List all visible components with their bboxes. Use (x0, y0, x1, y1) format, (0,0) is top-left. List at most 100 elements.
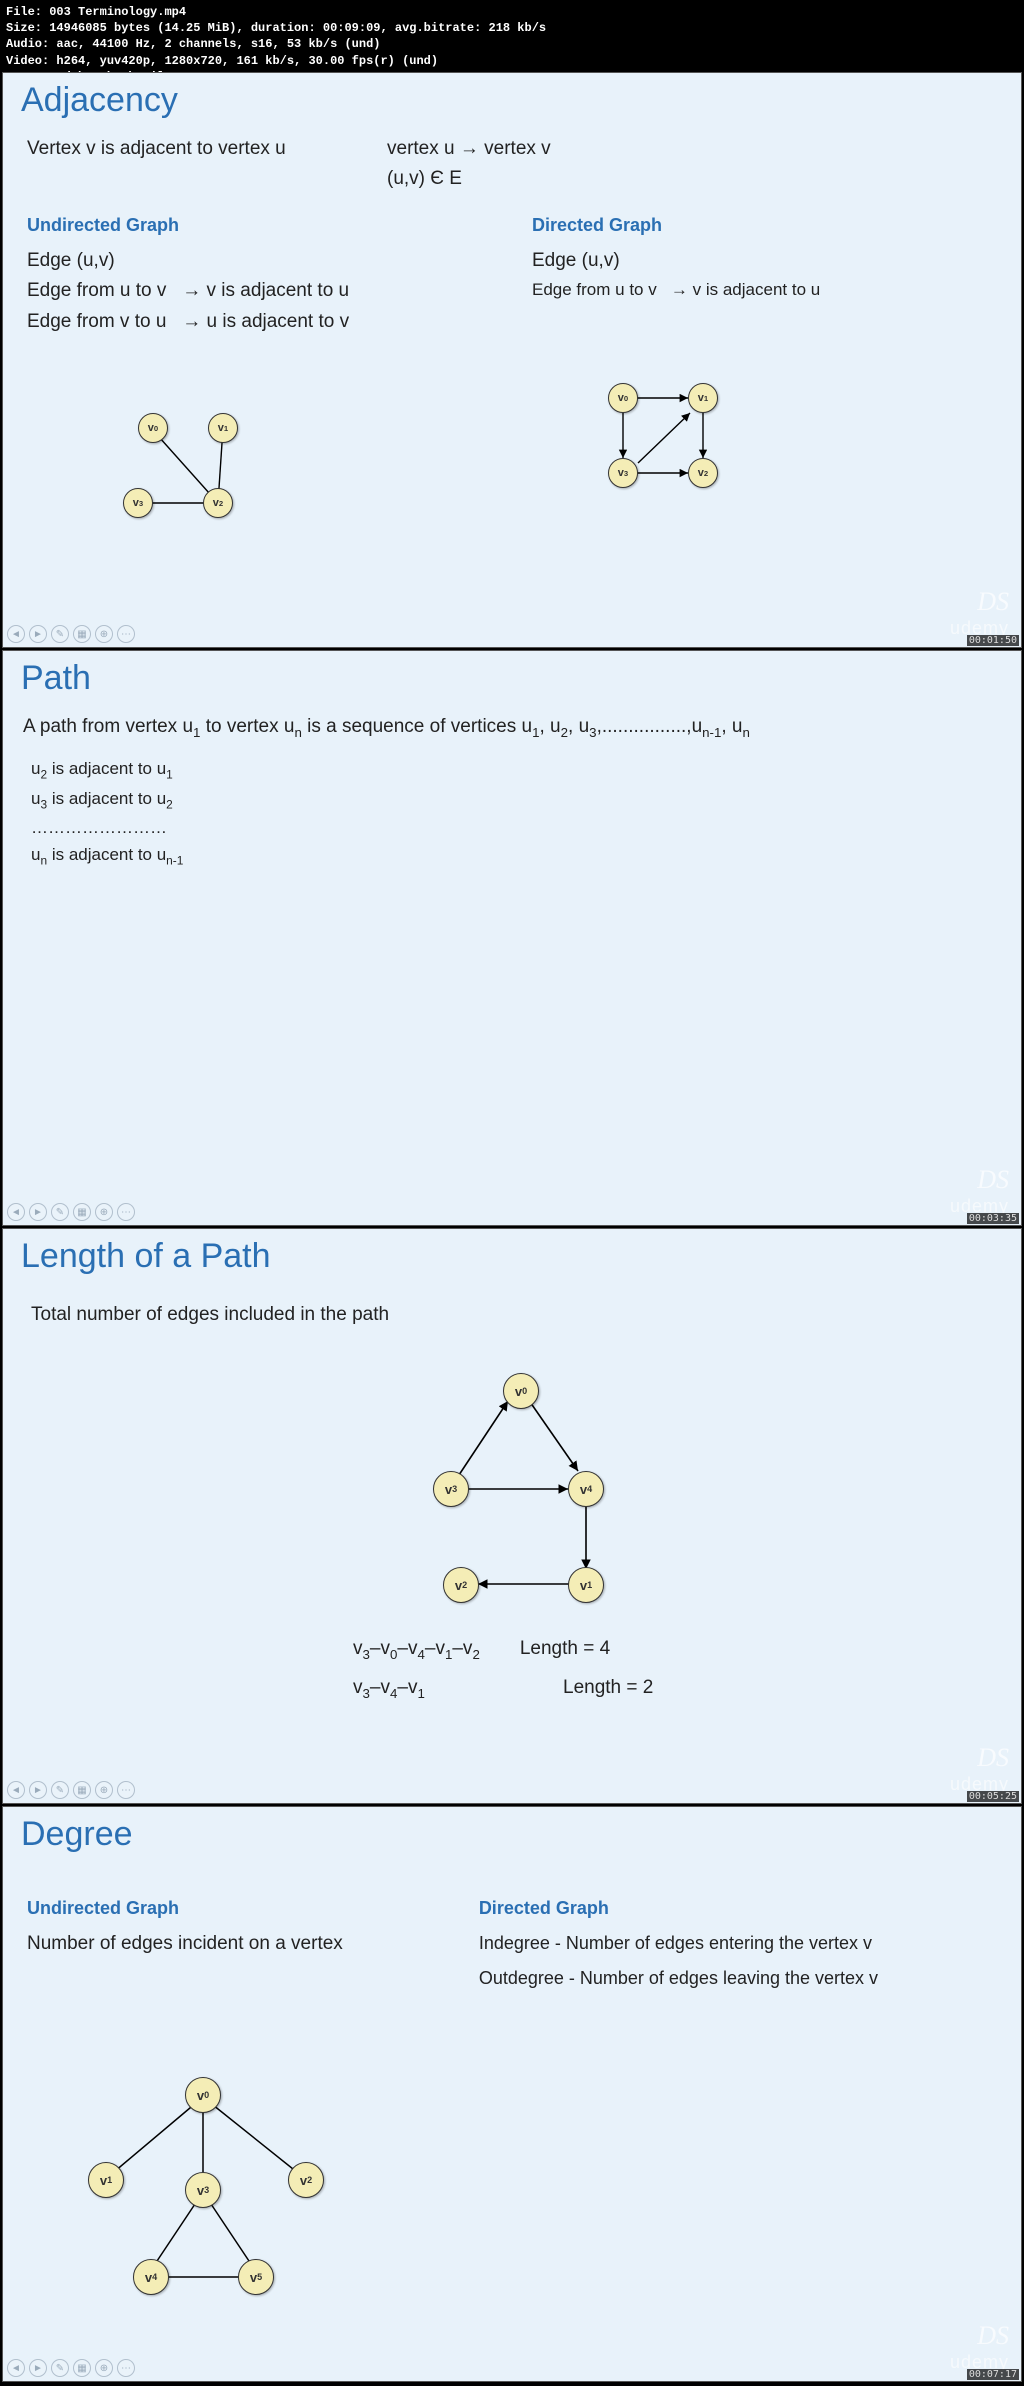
degree-right-l2: Outdegree - Number of edges leaving the … (479, 1964, 997, 1993)
path-l3: un is adjacent to un-1 (31, 841, 993, 870)
path-l2: u3 is adjacent to u2 (31, 785, 993, 814)
path-l1: u2 is adjacent to u1 (31, 755, 993, 784)
slide-degree: Degree Undirected Graph Number of edges … (2, 1806, 1022, 2382)
undirected-title: Undirected Graph (27, 215, 492, 236)
graph-node: v1 (688, 383, 718, 413)
prev-icon[interactable]: ◄ (7, 1203, 25, 1221)
menu-icon[interactable]: ▦ (73, 625, 91, 643)
degree-right-l1: Indegree - Number of edges entering the … (479, 1929, 997, 1958)
file-value: 003 Terminology.mp4 (49, 5, 186, 19)
pen-icon[interactable]: ✎ (51, 1203, 69, 1221)
pen-icon[interactable]: ✎ (51, 2359, 69, 2377)
watermark-ds: DS (977, 1743, 1009, 1773)
watermark-ds: DS (977, 587, 1009, 617)
more-icon[interactable]: ⋯ (117, 625, 135, 643)
zoom-icon[interactable]: ⊕ (95, 625, 113, 643)
degree-graph: v0 v1 v3 v2 v4 v5 (73, 2067, 373, 2327)
file-info-header: File: 003 Terminology.mp4 Size: 14946085… (0, 0, 1024, 70)
next-icon[interactable]: ► (29, 1781, 47, 1799)
graph-node: v1 (568, 1567, 604, 1603)
prev-icon[interactable]: ◄ (7, 2359, 25, 2377)
graph-node: v0 (185, 2077, 221, 2113)
slide-adjacency: Adjacency Vertex v is adjacent to vertex… (2, 72, 1022, 648)
path-intro: A path from vertex u1 to vertex un is a … (3, 712, 1021, 743)
timestamp: 00:01:50 (967, 635, 1019, 646)
directed-l2a: Edge from u to v (532, 280, 657, 299)
next-icon[interactable]: ► (29, 2359, 47, 2377)
player-controls: ◄ ► ✎ ▦ ⊕ ⋯ (7, 1203, 135, 1221)
graph-node: v3 (185, 2172, 221, 2208)
undirected-l3b: → u is adjacent to v (182, 311, 349, 332)
degree-left-line: Number of edges incident on a vertex (27, 1929, 459, 1959)
player-controls: ◄ ► ✎ ▦ ⊕ ⋯ (7, 1781, 135, 1799)
timestamp: 00:07:17 (967, 2369, 1019, 2380)
graph-node: v2 (288, 2162, 324, 2198)
zoom-icon[interactable]: ⊕ (95, 1781, 113, 1799)
next-icon[interactable]: ► (29, 625, 47, 643)
directed-l1: Edge (u,v) (532, 246, 997, 276)
undirected-l3a: Edge from v to u (27, 311, 166, 332)
menu-icon[interactable]: ▦ (73, 2359, 91, 2377)
graph-node: v2 (203, 488, 233, 518)
graph-node: v2 (443, 1567, 479, 1603)
slide-path: Path A path from vertex u1 to vertex un … (2, 650, 1022, 1226)
more-icon[interactable]: ⋯ (117, 1781, 135, 1799)
graph-node: v1 (208, 413, 238, 443)
graph-node: v2 (688, 458, 718, 488)
prev-icon[interactable]: ◄ (7, 1781, 25, 1799)
directed-l2b: → v is adjacent to u (671, 280, 820, 299)
adjacency-intro-left: Vertex v is adjacent to vertex u (27, 134, 387, 195)
player-controls: ◄ ► ✎ ▦ ⊕ ⋯ (7, 2359, 135, 2377)
path-dots: …………………… (31, 814, 993, 841)
length-graph: v0 v3 v4 v2 v1 (413, 1359, 673, 1619)
length-intro: Total number of edges included in the pa… (3, 1290, 1021, 1340)
undirected-graph: v0 v1 v3 v2 (113, 403, 313, 553)
pen-icon[interactable]: ✎ (51, 1781, 69, 1799)
size-value: 14946085 bytes (14.25 MiB), duration: 00… (49, 21, 546, 35)
slide-title: Path (21, 659, 1021, 698)
watermark-ds: DS (977, 2321, 1009, 2351)
directed-title: Directed Graph (479, 1898, 997, 1919)
graph-node: v3 (123, 488, 153, 518)
video-label: Video: (6, 54, 49, 68)
graph-node: v1 (88, 2162, 124, 2198)
zoom-icon[interactable]: ⊕ (95, 1203, 113, 1221)
audio-label: Audio: (6, 37, 49, 51)
adjacency-intro-formula1: vertex u → vertex v (387, 134, 997, 164)
timestamp: 00:03:35 (967, 1213, 1019, 1224)
prev-icon[interactable]: ◄ (7, 625, 25, 643)
length-ex1: v3–v0–v4–v1–v2 Length = 4 (353, 1634, 653, 1665)
slide-title: Adjacency (21, 81, 1021, 120)
undirected-l2a: Edge from u to v (27, 280, 166, 301)
directed-title: Directed Graph (532, 215, 997, 236)
player-controls: ◄ ► ✎ ▦ ⊕ ⋯ (7, 625, 135, 643)
graph-node: v0 (503, 1373, 539, 1409)
undirected-title: Undirected Graph (27, 1898, 459, 1919)
graph-node: v0 (138, 413, 168, 443)
length-ex2: v3–v4–v1 Length = 2 (353, 1673, 653, 1704)
menu-icon[interactable]: ▦ (73, 1781, 91, 1799)
video-value: h264, yuv420p, 1280x720, 161 kb/s, 30.00… (56, 54, 438, 68)
graph-node: v4 (133, 2259, 169, 2295)
graph-node: v5 (238, 2259, 274, 2295)
audio-value: aac, 44100 Hz, 2 channels, s16, 53 kb/s … (56, 37, 380, 51)
graph-node: v0 (608, 383, 638, 413)
menu-icon[interactable]: ▦ (73, 1203, 91, 1221)
graph-node: v4 (568, 1471, 604, 1507)
more-icon[interactable]: ⋯ (117, 1203, 135, 1221)
graph-node: v3 (608, 458, 638, 488)
slide-title: Length of a Path (21, 1237, 1021, 1276)
slide-title: Degree (21, 1815, 1021, 1854)
watermark-ds: DS (977, 1165, 1009, 1195)
timestamp: 00:05:25 (967, 1791, 1019, 1802)
zoom-icon[interactable]: ⊕ (95, 2359, 113, 2377)
pen-icon[interactable]: ✎ (51, 625, 69, 643)
graph-node: v3 (433, 1471, 469, 1507)
directed-graph: v0 v1 v3 v2 (593, 373, 793, 523)
next-icon[interactable]: ► (29, 1203, 47, 1221)
slide-length: Length of a Path Total number of edges i… (2, 1228, 1022, 1804)
more-icon[interactable]: ⋯ (117, 2359, 135, 2377)
file-label: File: (6, 5, 42, 19)
undirected-l1: Edge (u,v) (27, 246, 492, 276)
undirected-l2b: → v is adjacent to u (182, 280, 349, 301)
